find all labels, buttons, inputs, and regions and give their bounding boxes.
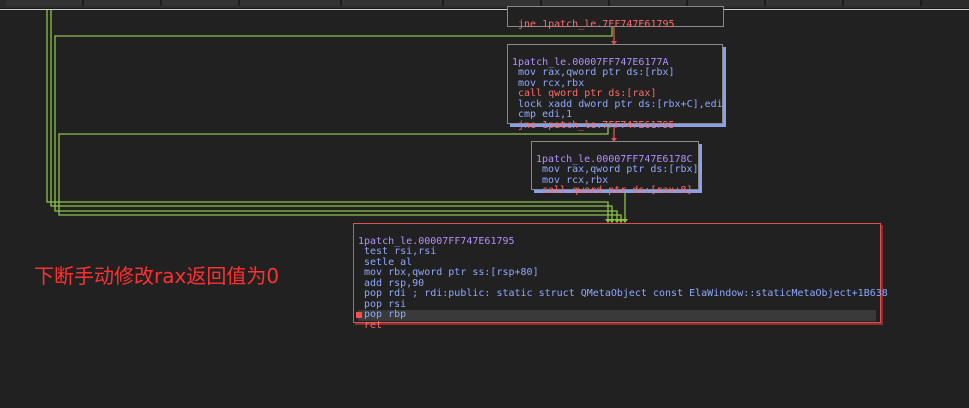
graph-block[interactable]: 1patch_le.00007FF747E6178C mov rax,qword … [531, 141, 699, 196]
instruction[interactable]: mov rax,qword ptr ds:[rbx] [512, 67, 718, 79]
instruction[interactable]: mov rax,qword ptr ds:[rbx] [536, 164, 699, 176]
instruction[interactable]: call qword ptr ds:[rax] [512, 88, 718, 100]
instruction[interactable]: pop rdi ; rdi:public: static struct QMet… [358, 288, 888, 300]
instruction[interactable]: cmp edi,1 [512, 109, 718, 121]
instruction-current[interactable]: pop rbp [356, 309, 876, 321]
instruction[interactable]: ret [358, 320, 876, 332]
instruction[interactable]: jne 1patch_le.7FF747E61795 [512, 19, 675, 30]
breakpoint-icon[interactable] [356, 312, 362, 318]
instruction[interactable]: mov rbx,qword ptr ss:[rsp+80] [358, 267, 876, 279]
graph-edges [46, 10, 628, 223]
instruction[interactable]: pop rsi [358, 299, 876, 311]
graph-block[interactable]: 1patch_le.00007FF747E61795 test rsi,rsi se… [353, 223, 888, 330]
instruction[interactable]: call qword ptr ds:[rax+8] [536, 185, 694, 197]
instruction[interactable]: test rsi,rsi [358, 246, 876, 258]
graph-block[interactable]: 1patch_le.00007FF747E6177A mov rax,qword … [507, 44, 723, 130]
instruction-text: pop rdi ; rdi:public: static struct QMet… [364, 288, 888, 299]
instruction[interactable]: jne 1patch_le.7FF747E61795 [512, 120, 718, 132]
instruction-text: pop rbp [364, 309, 407, 320]
graph-block[interactable]: jne 1patch_le.7FF747E61795 [507, 6, 724, 30]
annotation-text: 下断手动修改rax返回值为0 [34, 264, 280, 288]
